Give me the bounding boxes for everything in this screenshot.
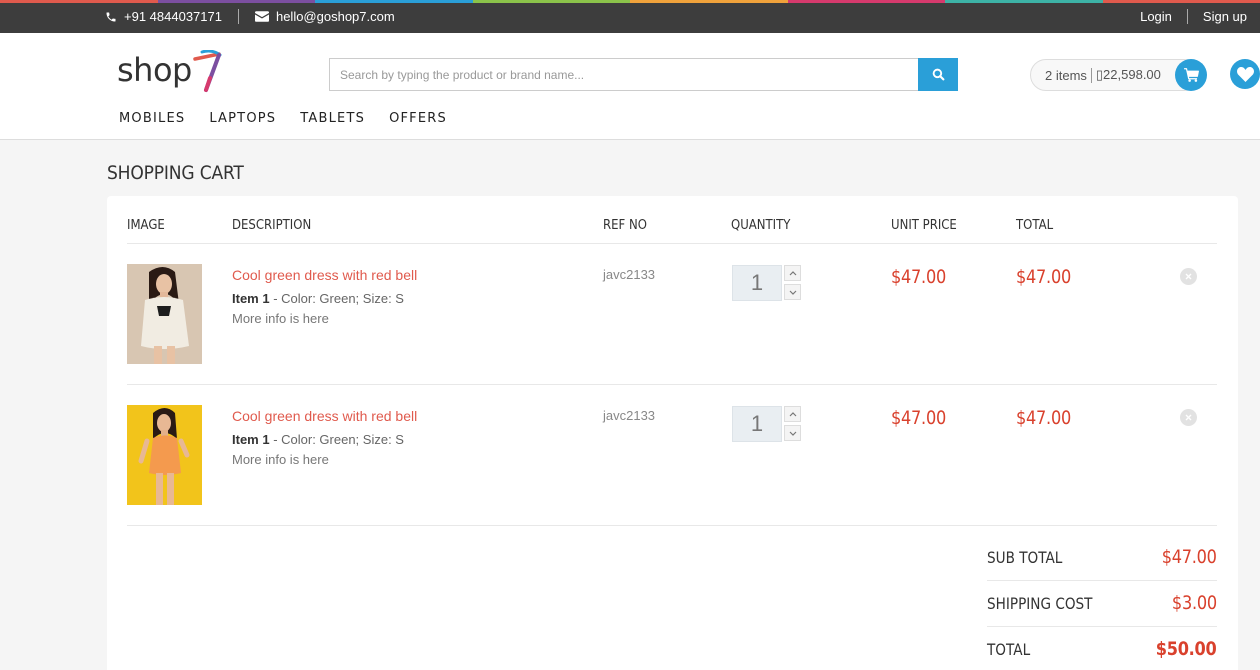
column-header-quantity: QUANTITY [731,218,791,233]
product-more-info: More info is here [232,311,329,326]
product-more-info: More info is here [232,452,329,467]
divider [237,9,239,24]
quantity-increase-button[interactable] [784,406,801,422]
divider [987,580,1217,581]
shipping-label: SHIPPING COST [987,594,1093,613]
line-total: $47.00 [1016,407,1071,429]
variant-details: - Color: Green; Size: S [269,432,404,447]
subtotal-value: $47.00 [1162,546,1217,568]
chevron-down-icon [789,290,796,295]
column-header-total: TOTAL [1016,218,1054,233]
subtotal-label: SUB TOTAL [987,548,1063,567]
contact-info: +91 4844037171 hello@goshop7.com [105,9,395,24]
stripe-segment [315,0,473,3]
product-variant: Item 1 - Color: Green; Size: S [232,291,404,306]
grand-total-value: $50.00 [1156,638,1217,660]
chevron-down-icon [789,431,796,436]
divider [1186,9,1188,24]
chevron-up-icon [789,411,796,416]
search-bar [329,58,958,91]
table-row: Cool green dress with red bell Item 1 - … [107,385,1238,526]
product-image[interactable] [127,405,202,505]
stripe-segment [630,0,788,3]
quantity-input[interactable]: 1 [732,406,782,442]
item-label: Item 1 [232,291,270,306]
page-title: SHOPPING CART [107,162,244,184]
close-icon [1185,273,1192,280]
column-header-unit-price: UNIT PRICE [891,218,957,233]
search-input[interactable] [329,58,918,91]
stripe-segment [0,0,158,3]
nav-item-mobiles[interactable]: MOBILES [119,111,185,126]
color-stripe [0,0,1260,3]
shopping-cart-icon [1183,68,1199,82]
auth-links: Login Sign up [1140,9,1247,24]
stripe-segment [157,0,315,3]
variant-details: - Color: Green; Size: S [269,291,404,306]
login-link[interactable]: Login [1140,9,1172,24]
stripe-segment [787,0,945,3]
line-total: $47.00 [1016,266,1071,288]
stripe-segment [1102,0,1260,3]
cart-button[interactable] [1175,59,1207,91]
main-nav: MOBILES LAPTOPS TABLETS OFFERS [119,111,447,126]
logo-text: shop [117,51,192,89]
wishlist-button[interactable] [1230,59,1260,89]
divider [987,626,1217,627]
cart-total: ▯22,598.00 [1095,67,1161,82]
unit-price: $47.00 [891,266,946,288]
top-bar: +91 4844037171 hello@goshop7.com Login S… [0,0,1260,33]
logo-seven-mark [193,50,222,92]
item-label: Item 1 [232,432,270,447]
product-image[interactable] [127,264,202,364]
envelope-icon [254,11,269,22]
cart-panel: IMAGE DESCRIPTION REF NO QUANTITY UNIT P… [107,196,1238,670]
phone-icon [106,12,116,21]
nav-item-laptops[interactable]: LAPTOPS [209,111,276,126]
divider [127,525,1217,526]
quantity-decrease-button[interactable] [784,284,801,300]
nav-item-offers[interactable]: OFFERS [389,111,447,126]
ref-number: javc2133 [603,267,656,282]
chevron-up-icon [789,270,796,275]
column-header-image: IMAGE [127,218,165,233]
column-header-ref: REF NO [603,218,647,233]
site-logo[interactable]: shop [117,50,224,94]
unit-price: $47.00 [891,407,946,429]
stripe-segment [472,0,630,3]
remove-item-button[interactable] [1180,268,1197,285]
stripe-segment [945,0,1103,3]
signup-link[interactable]: Sign up [1203,9,1247,24]
divider [1090,67,1092,83]
email-link[interactable]: hello@goshop7.com [276,9,395,24]
product-name-link[interactable]: Cool green dress with red bell [232,408,417,424]
woman-white-shirt-photo [127,264,202,364]
close-icon [1185,414,1192,421]
shipping-value: $3.00 [1172,592,1217,614]
quantity-input[interactable]: 1 [732,265,782,301]
woman-orange-dress-photo [127,405,202,505]
search-button[interactable] [918,58,958,91]
grand-total-label: TOTAL [987,640,1031,659]
nav-item-tablets[interactable]: TABLETS [300,111,365,126]
cart-item-count: 2 items [1045,67,1087,83]
column-header-description: DESCRIPTION [232,218,312,233]
product-variant: Item 1 - Color: Green; Size: S [232,432,404,447]
site-header: shop 2 items ▯22,598.00 MOBILES LAPTOPS … [0,33,1260,140]
quantity-increase-button[interactable] [784,265,801,281]
ref-number: javc2133 [603,408,656,423]
remove-item-button[interactable] [1180,409,1197,426]
phone-number: +91 4844037171 [124,9,222,24]
quantity-decrease-button[interactable] [784,425,801,441]
product-name-link[interactable]: Cool green dress with red bell [232,267,417,283]
search-icon [932,68,944,81]
table-row: Cool green dress with red bell Item 1 - … [107,244,1238,385]
heart-icon [1236,66,1254,82]
